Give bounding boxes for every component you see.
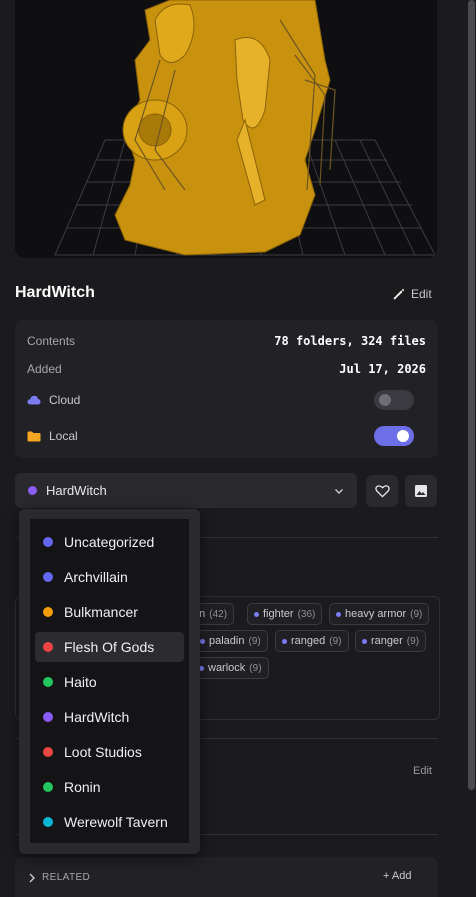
tag-count: (42) bbox=[209, 608, 228, 620]
option-color-dot bbox=[43, 747, 53, 757]
tag-name: fighter bbox=[263, 608, 294, 620]
tag-chip[interactable]: paladin (9) bbox=[193, 630, 268, 652]
tag-chip[interactable]: warlock (9) bbox=[192, 657, 269, 679]
model-render-image bbox=[54, 0, 436, 256]
local-label: Local bbox=[49, 429, 78, 443]
tag-name: ranger bbox=[371, 635, 403, 647]
option-label: Archvillain bbox=[64, 569, 128, 585]
option-label: Werewolf Tavern bbox=[64, 814, 168, 830]
option-label: Haito bbox=[64, 674, 97, 690]
folder-icon bbox=[27, 431, 41, 441]
model-preview[interactable] bbox=[15, 0, 437, 258]
tag-chip[interactable]: ranger (9) bbox=[355, 630, 427, 652]
tag-count: (9) bbox=[410, 608, 423, 620]
option-label: Flesh Of Gods bbox=[64, 639, 155, 655]
collection-select[interactable]: HardWitch bbox=[15, 473, 357, 508]
option-label: HardWitch bbox=[64, 709, 130, 725]
chevron-right-icon bbox=[29, 873, 35, 882]
favorite-button[interactable] bbox=[366, 475, 398, 507]
option-color-dot bbox=[43, 677, 53, 687]
tag-count: (36) bbox=[297, 608, 316, 620]
dropdown-option[interactable]: Werewolf Tavern bbox=[35, 807, 184, 837]
tag-dot bbox=[336, 611, 341, 617]
option-color-dot bbox=[43, 817, 53, 827]
local-toggle[interactable] bbox=[374, 426, 414, 446]
tag-name: heavy armor bbox=[345, 608, 407, 620]
dropdown-option[interactable]: Haito bbox=[35, 667, 184, 697]
tag-chip[interactable]: heavy armor (9) bbox=[329, 603, 430, 625]
dropdown-option[interactable]: Archvillain bbox=[35, 562, 184, 592]
collection-color-dot bbox=[28, 486, 37, 495]
edit-label: Edit bbox=[411, 287, 432, 301]
related-label: RELATED bbox=[42, 872, 91, 883]
dropdown-option-highlighted[interactable]: Flesh Of Gods bbox=[35, 632, 184, 662]
dropdown-option[interactable]: HardWitch bbox=[35, 702, 184, 732]
option-label: Uncategorized bbox=[64, 534, 155, 550]
dropdown-option[interactable]: Uncategorized bbox=[35, 527, 184, 557]
option-color-dot bbox=[43, 572, 53, 582]
pencil-icon bbox=[393, 288, 405, 300]
collection-selected-label: HardWitch bbox=[46, 483, 107, 498]
info-card: Contents 78 folders, 324 files Added Jul… bbox=[15, 320, 438, 458]
tag-dot bbox=[362, 638, 367, 644]
tag-count: (9) bbox=[406, 635, 420, 647]
tag-name: ranged bbox=[291, 635, 326, 647]
tag-name: warlock bbox=[208, 662, 246, 674]
edit-model-button[interactable]: Edit bbox=[392, 287, 432, 301]
option-color-dot bbox=[43, 537, 53, 547]
tag-name: paladin bbox=[209, 635, 245, 647]
tag-count: (9) bbox=[248, 635, 261, 647]
cloud-storage-row: Cloud bbox=[27, 393, 80, 407]
contents-value: 78 folders, 324 files bbox=[274, 334, 426, 348]
option-label: Ronin bbox=[64, 779, 101, 795]
chevron-down-icon bbox=[335, 488, 343, 494]
scrollbar-thumb[interactable] bbox=[468, 0, 475, 790]
model-title: HardWitch bbox=[15, 284, 95, 301]
option-color-dot bbox=[43, 642, 53, 652]
option-label: Bulkmancer bbox=[64, 604, 138, 620]
dropdown-option[interactable]: Ronin bbox=[35, 772, 184, 802]
tag-dot bbox=[200, 638, 205, 644]
added-value: Jul 17, 2026 bbox=[339, 362, 426, 376]
add-related-button[interactable]: + Add bbox=[383, 870, 411, 882]
notes-edit-button[interactable]: Edit bbox=[413, 765, 432, 777]
cloud-toggle[interactable] bbox=[374, 390, 414, 410]
tag-chip[interactable]: fighter (36) bbox=[247, 603, 323, 625]
collection-dropdown: Uncategorized Archvillain Bulkmancer Fle… bbox=[19, 509, 200, 854]
heart-icon bbox=[374, 485, 390, 498]
cloud-icon bbox=[27, 395, 41, 405]
added-label: Added bbox=[27, 362, 62, 376]
tag-count: (9) bbox=[249, 662, 262, 674]
local-storage-row: Local bbox=[27, 429, 78, 443]
contents-label: Contents bbox=[27, 334, 76, 348]
option-color-dot bbox=[43, 712, 53, 722]
tag-dot bbox=[282, 638, 287, 644]
related-toggle[interactable]: RELATED bbox=[28, 872, 90, 883]
cloud-label: Cloud bbox=[49, 393, 81, 407]
dropdown-option[interactable]: Loot Studios bbox=[35, 737, 184, 767]
tag-chip[interactable]: ranged (9) bbox=[275, 630, 349, 652]
dropdown-option[interactable]: Bulkmancer bbox=[35, 597, 184, 627]
option-color-dot bbox=[43, 782, 53, 792]
option-label: Loot Studios bbox=[64, 744, 142, 760]
image-icon bbox=[415, 485, 427, 497]
option-color-dot bbox=[43, 607, 53, 617]
tag-dot bbox=[254, 611, 259, 617]
tag-count: (9) bbox=[329, 635, 342, 647]
set-image-button[interactable] bbox=[405, 475, 437, 507]
